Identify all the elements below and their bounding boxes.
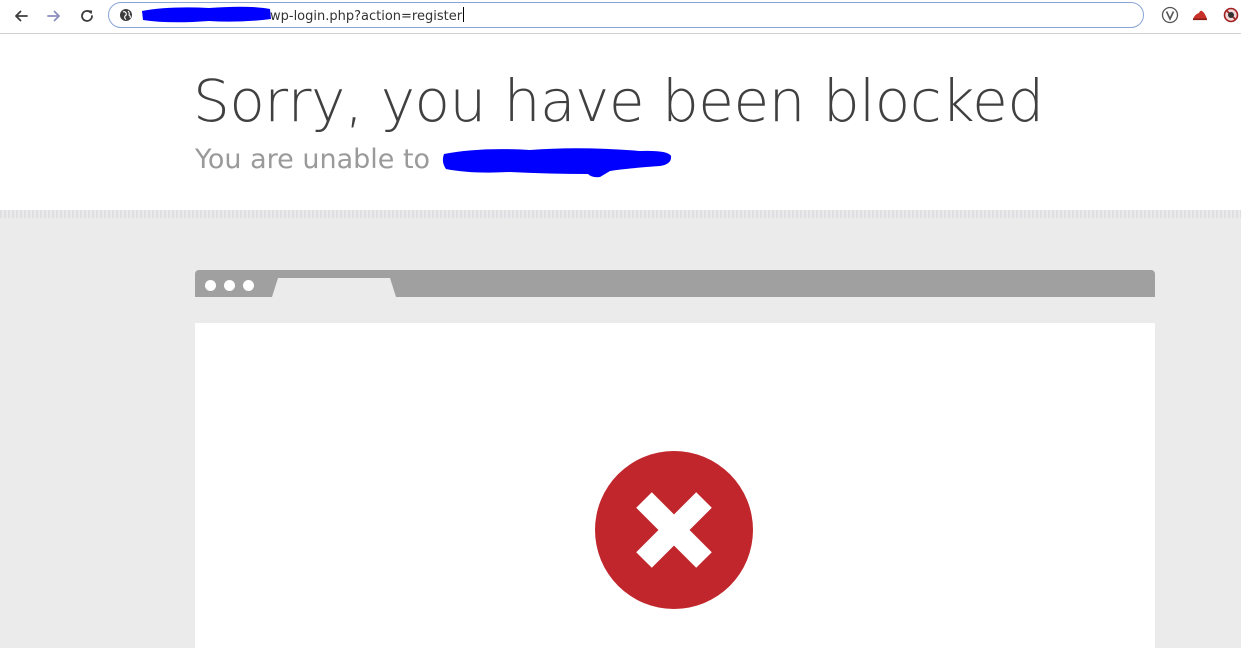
block-extension-icon[interactable] [1222, 6, 1240, 24]
browser-toolbar: wp-login.php?action=register [0, 0, 1241, 34]
reload-button[interactable] [76, 6, 98, 26]
arrow-left-icon [15, 10, 28, 22]
redacted-domain [142, 6, 271, 23]
red-hat-extension-icon[interactable] [1191, 6, 1209, 24]
address-bar[interactable]: wp-login.php?action=register [108, 2, 1144, 28]
forward-button[interactable] [43, 6, 65, 26]
url-path: wp-login.php?action=register [270, 9, 463, 24]
window-dot [224, 280, 235, 291]
globe-icon[interactable] [119, 8, 133, 22]
browser-illustration-tab [272, 278, 396, 297]
text-caret [463, 7, 465, 22]
page-title: Sorry, you have been blocked [193, 67, 1044, 135]
url-text[interactable]: wp-login.php?action=register [270, 7, 465, 24]
section-divider [0, 210, 1241, 218]
back-button[interactable] [10, 6, 32, 26]
window-dot [243, 280, 254, 291]
page-subtitle: You are unable to [195, 144, 431, 175]
illustration-section [0, 210, 1241, 648]
arrow-right-icon [47, 10, 60, 22]
block-header: Sorry, you have been blocked You are una… [0, 34, 1241, 210]
redacted-subtitle [442, 148, 672, 178]
browser-illustration-bar [195, 270, 1155, 297]
browser-illustration-body [195, 323, 1155, 648]
window-dot [205, 280, 216, 291]
close-circle-icon [595, 451, 753, 609]
reload-icon [81, 10, 93, 22]
vpn-extension-icon[interactable] [1161, 6, 1179, 24]
